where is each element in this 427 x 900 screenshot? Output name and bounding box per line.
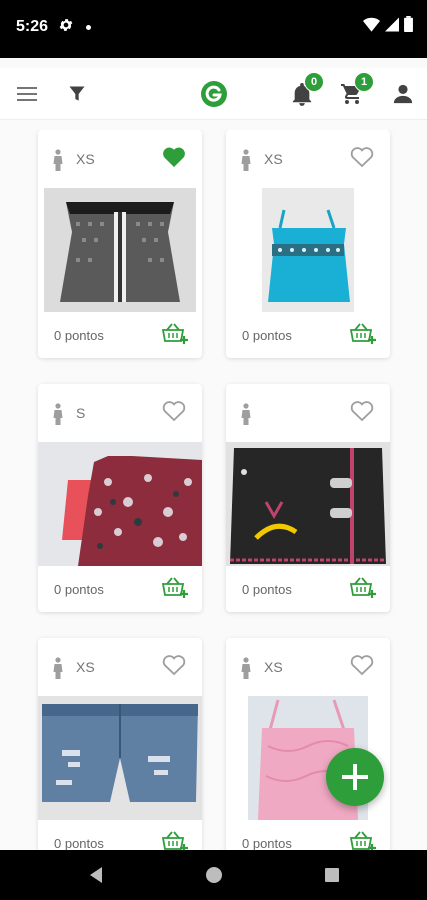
basket-add-icon[interactable] [162, 322, 188, 346]
product-card[interactable]: XS 0 pontos [226, 638, 390, 850]
product-card[interactable]: XS 0 pontos [226, 130, 390, 358]
recents-button[interactable] [302, 850, 362, 900]
heart-icon[interactable] [350, 654, 374, 676]
filter-icon [69, 86, 85, 101]
account-button[interactable] [388, 68, 418, 120]
person-size-icon [241, 403, 251, 425]
product-grid: XS 0 pontos XS 0 pontos S 0 pontos 0 pon… [0, 130, 427, 850]
heart-icon[interactable] [162, 400, 186, 422]
heart-icon[interactable] [162, 654, 186, 676]
points-label: 0 pontos [54, 836, 104, 850]
person-size-icon [53, 149, 63, 171]
size-label: XS [76, 659, 95, 675]
product-image-denim-shorts [38, 696, 202, 820]
product-image-corset-top [44, 188, 196, 312]
size-label: XS [264, 151, 283, 167]
product-photo[interactable] [44, 188, 196, 312]
add-item-button[interactable] [326, 748, 384, 806]
card-header: S [38, 384, 202, 442]
battery-icon [404, 16, 413, 32]
points-label: 0 pontos [54, 328, 104, 343]
home-circle-icon [206, 867, 222, 883]
points-label: 0 pontos [242, 582, 292, 597]
product-photo[interactable] [38, 696, 202, 820]
settings-gear-icon [59, 19, 73, 31]
notifications-button[interactable]: 0 [286, 68, 324, 120]
card-header: XS [226, 130, 390, 188]
product-photo[interactable] [226, 442, 390, 566]
wifi-icon [363, 17, 380, 32]
points-label: 0 pontos [242, 836, 292, 850]
product-photo[interactable] [262, 188, 354, 312]
product-image-floral-dress [38, 442, 202, 566]
basket-add-icon[interactable] [350, 322, 376, 346]
plus-icon [342, 764, 368, 790]
product-card[interactable]: XS 0 pontos [38, 130, 202, 358]
menu-icon [17, 87, 37, 101]
product-card[interactable]: S 0 pontos [38, 384, 202, 612]
points-label: 0 pontos [54, 582, 104, 597]
person-size-icon [53, 657, 63, 679]
menu-button[interactable] [12, 68, 42, 120]
product-card[interactable]: XS 0 pontos [38, 638, 202, 850]
card-header [226, 384, 390, 442]
basket-add-icon[interactable] [350, 830, 376, 850]
status-time: 5:26 [16, 18, 49, 35]
person-icon [393, 84, 413, 104]
points-label: 0 pontos [242, 328, 292, 343]
status-bar: 5:26 [0, 0, 427, 58]
cart-button[interactable]: 1 [336, 68, 374, 120]
basket-add-icon[interactable] [350, 576, 376, 600]
size-label: XS [264, 659, 283, 675]
cart-badge: 1 [354, 72, 374, 92]
card-header: XS [38, 130, 202, 188]
status-right-icons [363, 16, 413, 32]
card-header: XS [226, 638, 390, 696]
product-image-black-skirt [226, 442, 390, 566]
home-button[interactable] [184, 850, 244, 900]
product-image-turquoise-camisole [262, 188, 354, 312]
basket-add-icon[interactable] [162, 830, 188, 850]
product-card[interactable]: 0 pontos [226, 384, 390, 612]
size-label: XS [76, 151, 95, 167]
logo-icon [201, 81, 227, 107]
notifications-badge: 0 [304, 72, 324, 92]
app-bar: 0 1 [0, 68, 427, 120]
filter-button[interactable] [62, 68, 92, 120]
person-size-icon [53, 403, 63, 425]
basket-add-icon[interactable] [162, 576, 188, 600]
signal-icon [385, 17, 399, 31]
person-size-icon [241, 149, 251, 171]
size-label: S [76, 405, 86, 421]
notification-dot [86, 25, 91, 30]
back-button[interactable] [66, 850, 126, 900]
back-icon [90, 867, 102, 883]
person-size-icon [241, 657, 251, 679]
recents-square-icon [325, 868, 339, 882]
heart-icon[interactable] [350, 146, 374, 168]
system-nav-bar [0, 850, 427, 900]
card-header: XS [38, 638, 202, 696]
heart-icon[interactable] [162, 146, 186, 168]
product-photo[interactable] [38, 442, 202, 566]
heart-icon[interactable] [350, 400, 374, 422]
home-logo[interactable] [198, 68, 230, 120]
